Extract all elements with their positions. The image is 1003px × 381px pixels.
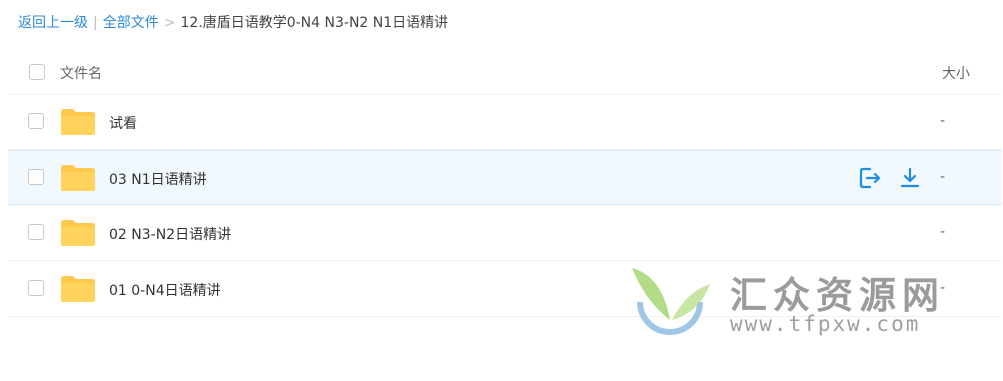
watermark-title: 汇众资源网 xyxy=(730,274,945,317)
row-checkbox[interactable] xyxy=(28,224,44,240)
table-row[interactable]: 03 N1日语精讲 - xyxy=(8,150,1002,205)
file-name[interactable]: 02 N3-N2日语精讲 xyxy=(109,224,231,244)
file-name[interactable]: 试看 xyxy=(109,113,137,133)
folder-icon xyxy=(61,165,95,191)
breadcrumb: 返回上一级 | 全部文件 >12.唐盾日语教学0-N4 N3-N2 N1日语精讲 xyxy=(18,13,448,33)
breadcrumb-separator: > xyxy=(163,15,176,31)
file-list-header: 文件名 大小 xyxy=(8,54,1002,95)
column-header-size[interactable]: 大小 xyxy=(942,63,970,83)
file-size: - xyxy=(940,113,946,129)
share-icon[interactable] xyxy=(858,166,882,190)
table-row[interactable]: 02 N3-N2日语精讲 - xyxy=(8,206,1002,261)
breadcrumb-separator: | xyxy=(93,15,98,31)
watermark: 汇众资源网 www.tfpxw.com xyxy=(626,262,966,342)
file-name[interactable]: 01 0-N4日语精讲 xyxy=(109,280,221,300)
select-all-checkbox[interactable] xyxy=(29,64,45,80)
folder-icon xyxy=(61,276,95,302)
watermark-logo-icon xyxy=(632,268,710,335)
back-link[interactable]: 返回上一级 xyxy=(18,15,88,31)
folder-icon xyxy=(61,109,95,135)
row-checkbox[interactable] xyxy=(28,169,44,185)
file-size: - xyxy=(940,224,946,240)
row-checkbox[interactable] xyxy=(28,113,44,129)
all-files-link[interactable]: 全部文件 xyxy=(103,15,159,31)
current-folder-label: 12.唐盾日语教学0-N4 N3-N2 N1日语精讲 xyxy=(180,15,449,31)
table-row[interactable]: 试看 - xyxy=(8,95,1002,150)
file-name[interactable]: 03 N1日语精讲 xyxy=(109,169,207,189)
file-size: - xyxy=(940,169,946,185)
folder-icon xyxy=(61,220,95,246)
watermark-url: www.tfpxw.com xyxy=(730,312,921,336)
download-icon[interactable] xyxy=(898,166,922,190)
row-checkbox[interactable] xyxy=(28,280,44,296)
column-header-name[interactable]: 文件名 xyxy=(60,63,102,83)
